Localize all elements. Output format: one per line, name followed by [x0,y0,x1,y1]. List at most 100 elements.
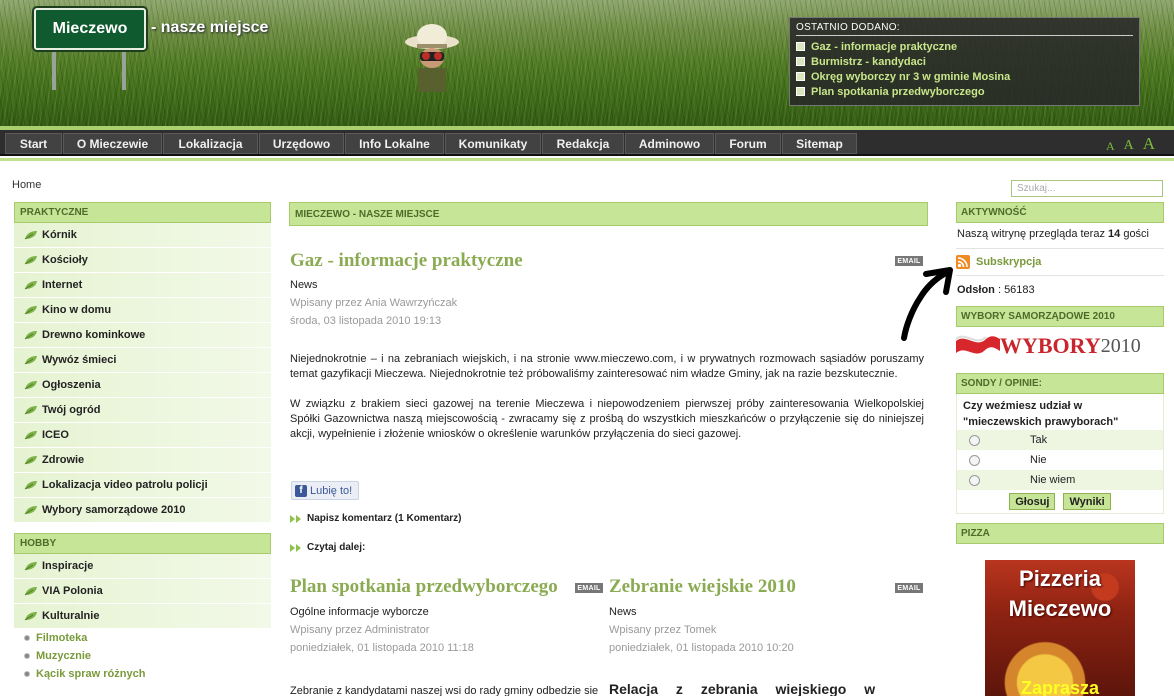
recent-item[interactable]: Plan spotkania przedwyborczego [796,84,1133,99]
leaf-icon [24,481,37,490]
recent-item[interactable]: Okręg wyborczy nr 3 w gminie Mosina [796,69,1133,84]
square-bullet-icon [796,42,805,51]
recent-item[interactable]: Gaz - informacje praktyczne [796,39,1133,54]
sign-post [122,52,126,90]
recently-added-panel: OSTATNIO DODANO: Gaz - informacje prakty… [789,17,1140,106]
article-category: News [609,606,637,618]
font-size-small-button[interactable]: A [1106,139,1115,154]
leaf-icon [24,406,37,415]
explorer-figure-image [405,24,459,92]
leaf-icon [24,612,37,621]
read-more-label: Czytaj dalej: [290,542,365,553]
nav-item-komunikaty[interactable]: Komunikaty [445,133,541,154]
nav-item-adminowo[interactable]: Adminowo [625,133,714,154]
nav-item-o-mieczewie[interactable]: O Mieczewie [63,133,162,154]
nav-bottom-border [0,158,1174,161]
article-title[interactable]: Plan spotkania przedwyborczego [290,576,558,598]
sidebar-item[interactable]: Ogłoszenia [14,373,271,398]
leaf-icon [24,562,37,571]
nav-item-forum[interactable]: Forum [715,133,781,154]
sidebar-item[interactable]: Kino w domu [14,298,271,323]
page-views: Odsłon : 56183 [957,284,1035,296]
nav-item-info-lokalne[interactable]: Info Lokalne [345,133,444,154]
recently-added-title: OSTATNIO DODANO: [796,22,1133,36]
sidebar-item[interactable]: Zdrowie [14,448,271,473]
sidebar-item[interactable]: Inspiracje [14,554,271,579]
email-icon[interactable]: EMAIL [895,256,923,266]
poll-option[interactable]: Nie [957,450,1163,470]
search-input[interactable] [1011,180,1163,197]
sidebar-item[interactable]: ICEO [14,423,271,448]
vote-button[interactable]: Głosuj [1009,493,1056,510]
font-size-controls: A A A [1106,133,1155,154]
results-button[interactable]: Wyniki [1063,493,1111,510]
menu-item-label: Kórnik [42,229,77,241]
leaf-icon [24,381,37,390]
center-module-title: MIECZEWO - NASZE MIEJSCE [289,202,928,226]
leaf-icon [24,331,37,340]
sidebar-item[interactable]: Twój ogród [14,398,271,423]
main-nav: Start O Mieczewie Lokalizacja Urzędowo I… [0,130,1174,156]
menu-item-label: Drewno kominkowe [42,329,146,341]
poll-question: Czy weźmiesz udział w "mieczewskich praw… [963,400,1119,428]
email-icon[interactable]: EMAIL [575,583,603,593]
module-title-pizza: PIZZA [956,523,1164,544]
font-size-medium-button[interactable]: A [1124,138,1134,154]
nav-item-urzedowo[interactable]: Urzędowo [259,133,344,154]
menu-item-label: ICEO [42,429,69,441]
sidebar-subitem[interactable]: Muzycznie [14,647,271,665]
nav-item-lokalizacja[interactable]: Lokalizacja [163,133,258,154]
menu-item-label: Kulturalnie [42,610,100,622]
nav-item-sitemap[interactable]: Sitemap [782,133,857,154]
article-title[interactable]: Zebranie wiejskie 2010 [609,576,796,598]
sidebar-item[interactable]: Wybory samorządowe 2010 [14,498,271,523]
font-size-large-button[interactable]: A [1143,134,1155,154]
breadcrumb[interactable]: Home [12,179,41,191]
radio-button[interactable] [969,454,980,466]
sidebar-subitem[interactable]: Filmoteka [14,629,271,647]
sidebar-item[interactable]: Lokalizacja video patrolu policji [14,473,271,498]
radio-button[interactable] [969,474,980,486]
square-bullet-icon [796,57,805,66]
leaf-icon [24,281,37,290]
article-date: poniedziałek, 01 listopada 2010 11:18 [290,642,474,654]
site-slogan: - nasze miejsce [151,19,269,36]
article-author: Wpisany przez Tomek [609,624,717,636]
menu-item-label: Lokalizacja video patrolu policji [42,479,208,491]
sidebar-subitem[interactable]: Kącik spraw różnych [14,665,271,683]
article-excerpt: Zebranie z kandydatami naszej wsi do rad… [290,685,598,696]
poll-option[interactable]: Tak [957,430,1163,450]
rss-subscription-link[interactable]: Subskrypcja [956,249,1164,275]
menu-item-label: Kościoły [42,254,88,266]
nav-item-start[interactable]: Start [5,133,62,154]
sidebar-item[interactable]: Kulturalnie [14,604,271,629]
menu-item-label: Kino w domu [42,304,112,316]
radio-button[interactable] [969,434,980,446]
site-logo[interactable]: Mieczewo [34,8,146,50]
article-title[interactable]: Gaz - informacje praktyczne [290,250,523,272]
recent-item[interactable]: Burmistrz - kandydaci [796,54,1133,69]
wybory-2010-banner[interactable]: WYBORY 2010 [956,327,1164,365]
double-arrow-icon [290,514,301,523]
flag-wave-icon [956,335,1000,354]
article-date: poniedziałek, 01 listopada 2010 10:20 [609,642,794,654]
facebook-like-button[interactable]: f Lubię to! [291,481,359,500]
sidebar-item[interactable]: Drewno kominkowe [14,323,271,348]
sidebar-item[interactable]: VIA Polonia [14,579,271,604]
rss-icon [956,255,970,269]
pizzeria-ad-banner[interactable]: Pizzeria Mieczewo Zaprasza [985,560,1135,696]
menu-item-label: Twój ogród [42,404,101,416]
online-visitors: Naszą witrynę przegląda teraz 14 gości [957,228,1150,240]
poll-option[interactable]: Nie wiem [957,470,1163,490]
email-icon[interactable]: EMAIL [895,583,923,593]
sidebar-item[interactable]: Internet [14,273,271,298]
leaf-icon [24,256,37,265]
sidebar-item[interactable]: Wywóz śmieci [14,348,271,373]
article-paragraph: Niejednokrotnie – i na zebraniach wiejsk… [290,353,924,380]
sidebar-item[interactable]: Kościoły [14,248,271,273]
nav-item-redakcja[interactable]: Redakcja [542,133,624,154]
menu-item-label: Internet [42,279,83,291]
sidebar-item[interactable]: Kórnik [14,223,271,248]
leaf-icon [24,356,37,365]
comment-link[interactable]: Napisz komentarz (1 Komentarz) [290,513,461,524]
